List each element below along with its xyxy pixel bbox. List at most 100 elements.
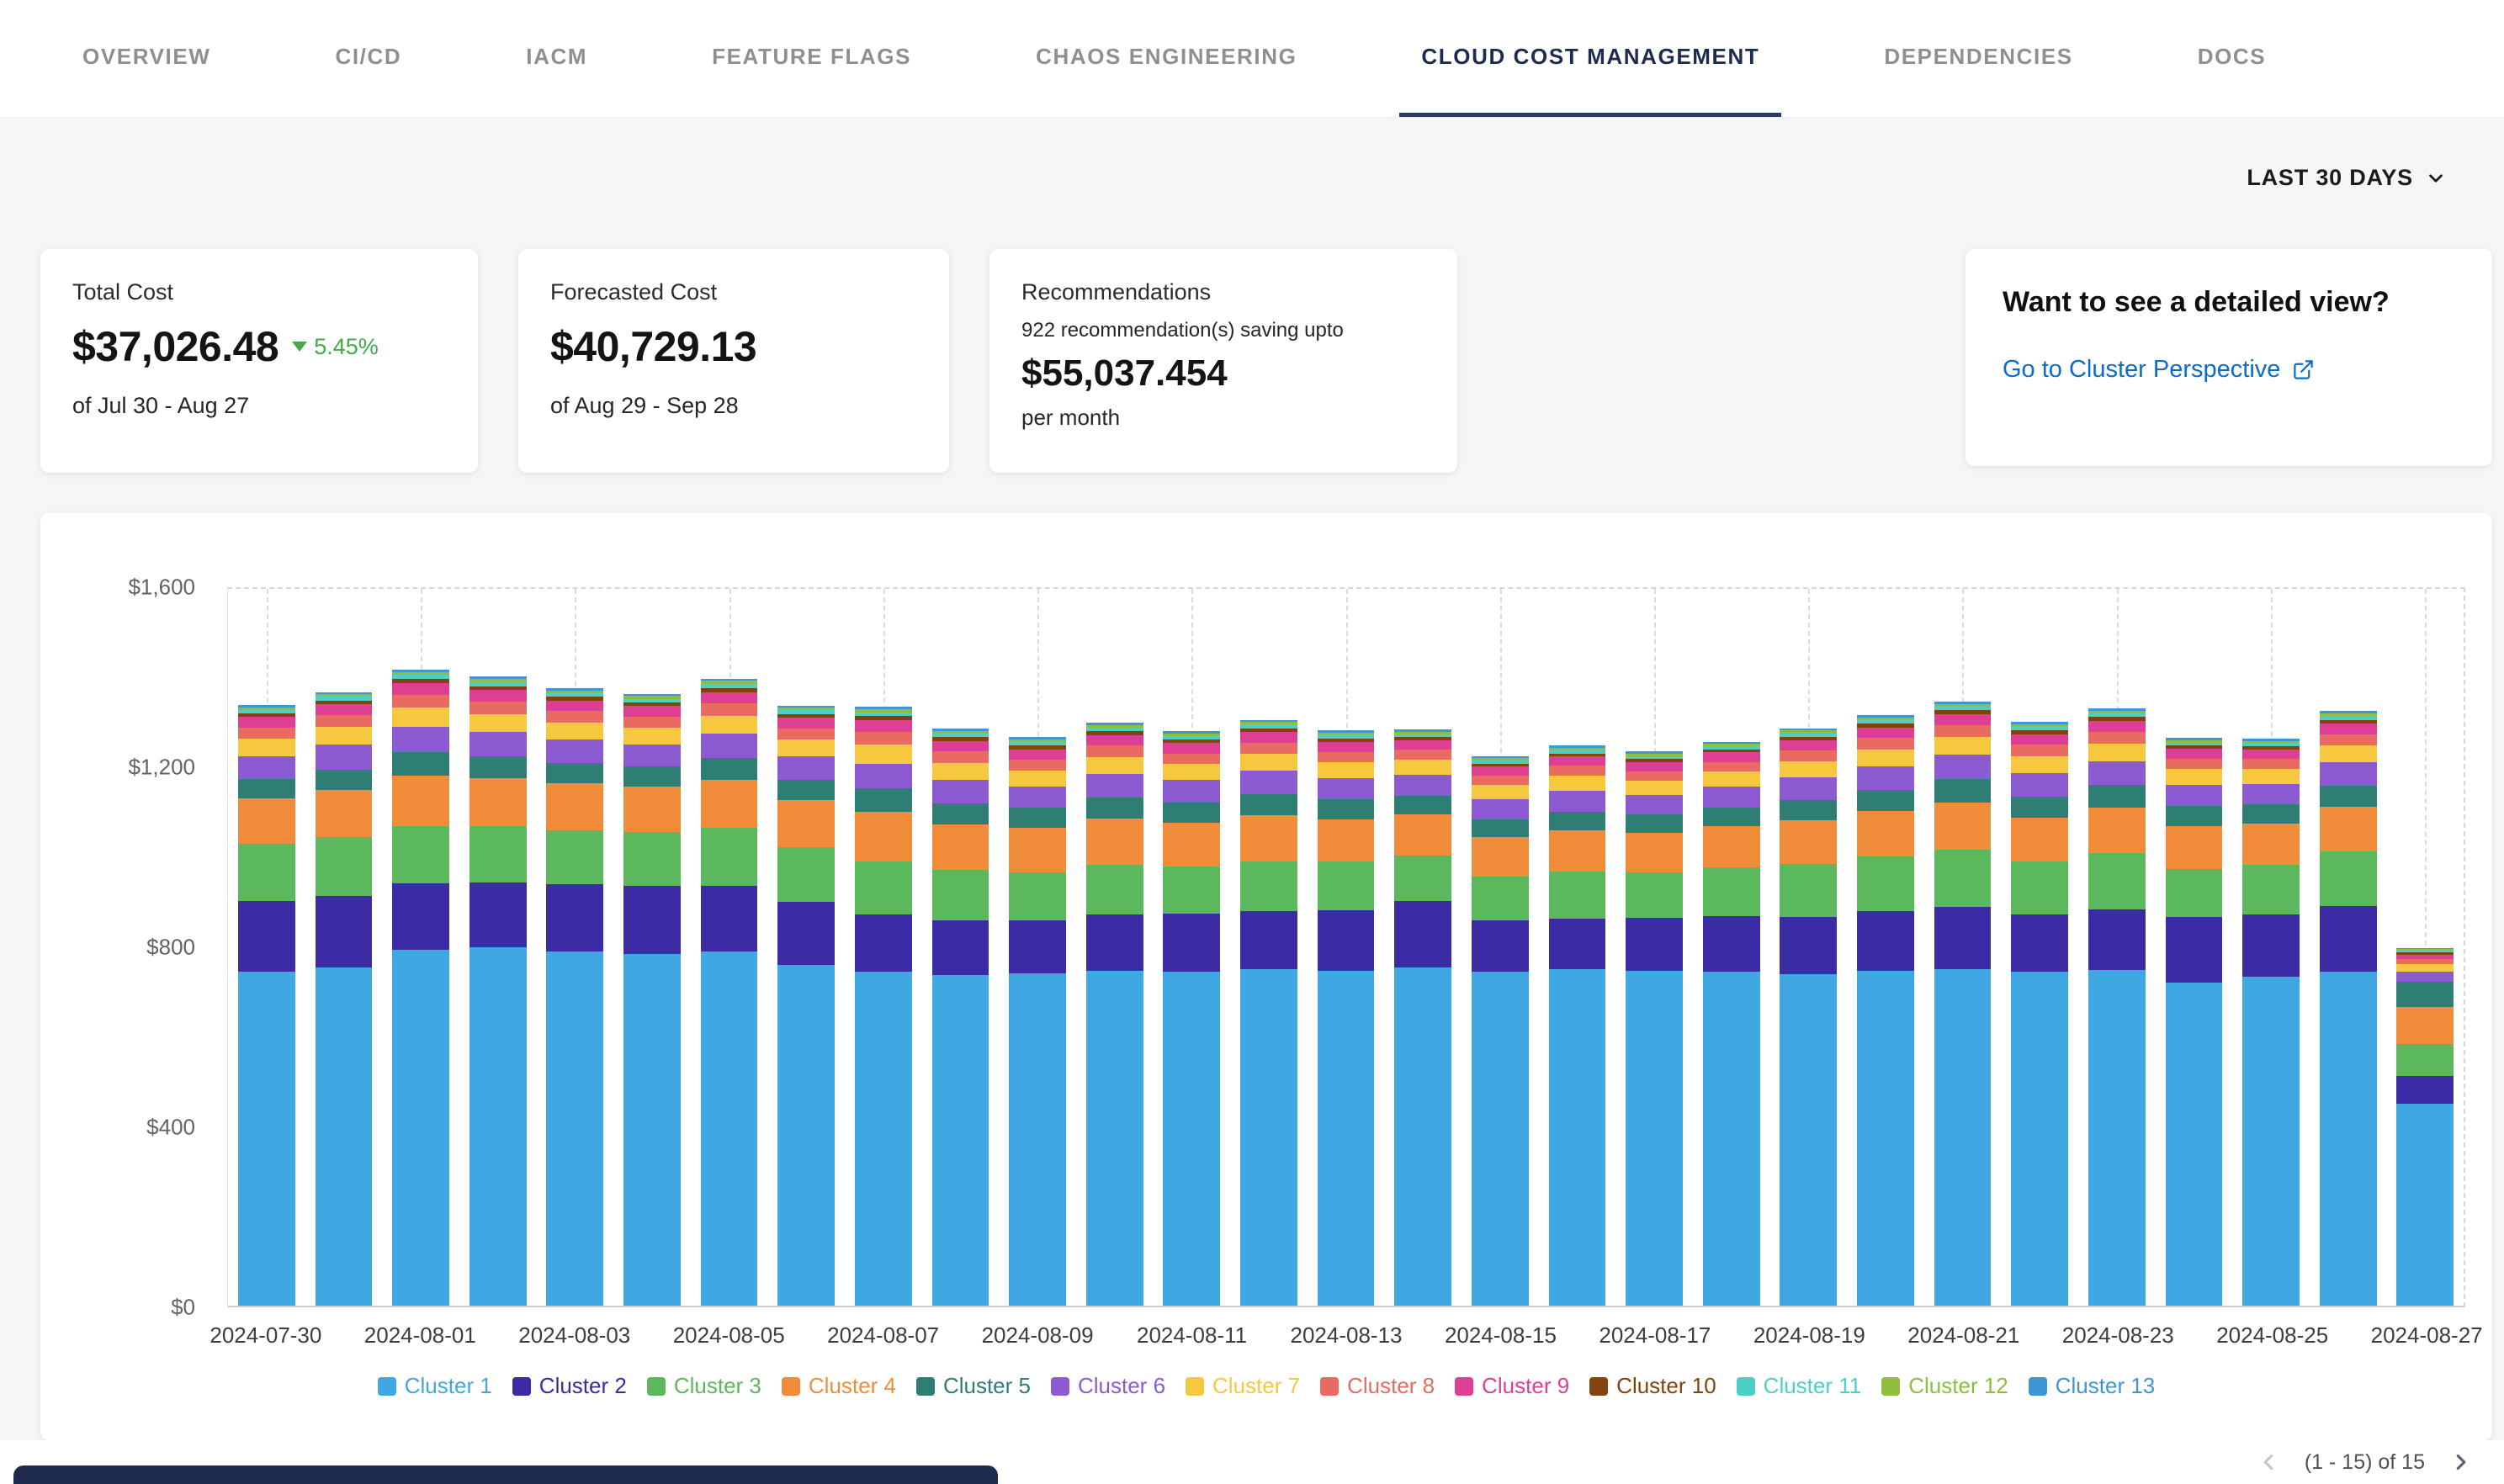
bar-segment-cluster-6[interactable] (1626, 795, 1683, 814)
legend-item-cluster-2[interactable]: Cluster 2 (512, 1373, 627, 1399)
legend-item-cluster-3[interactable]: Cluster 3 (647, 1373, 761, 1399)
bar-segment-cluster-5[interactable] (932, 803, 989, 825)
bar-segment-cluster-8[interactable] (1472, 776, 1529, 785)
bar-segment-cluster-5[interactable] (2396, 982, 2454, 1008)
bar-segment-cluster-5[interactable] (855, 788, 912, 812)
bar-segment-cluster-1[interactable] (1163, 972, 1220, 1306)
bar-segment-cluster-5[interactable] (1086, 798, 1143, 819)
bar-segment-cluster-9[interactable] (855, 720, 912, 732)
chart-bar-2024-08-14[interactable] (1384, 589, 1462, 1306)
bar-segment-cluster-3[interactable] (1780, 864, 1837, 917)
bar-segment-cluster-6[interactable] (2088, 761, 2146, 786)
bar-segment-cluster-6[interactable] (1549, 791, 1606, 811)
bar-segment-cluster-9[interactable] (2011, 734, 2068, 745)
chart-bar-2024-08-21[interactable] (1924, 589, 2002, 1306)
bar-segment-cluster-7[interactable] (701, 716, 758, 734)
bar-segment-cluster-3[interactable] (1857, 856, 1914, 911)
bar-segment-cluster-2[interactable] (1780, 917, 1837, 974)
bar-segment-cluster-4[interactable] (2011, 818, 2068, 861)
bar-segment-cluster-7[interactable] (1240, 754, 1297, 771)
bar-segment-cluster-3[interactable] (238, 844, 295, 901)
bar-segment-cluster-7[interactable] (623, 728, 681, 745)
bar-segment-cluster-5[interactable] (1703, 808, 1760, 826)
bar-segment-cluster-4[interactable] (1934, 803, 1992, 850)
legend-item-cluster-4[interactable]: Cluster 4 (782, 1373, 896, 1399)
bar-segment-cluster-4[interactable] (855, 812, 912, 862)
bar-segment-cluster-1[interactable] (238, 972, 295, 1306)
bar-segment-cluster-9[interactable] (238, 717, 295, 728)
bar-segment-cluster-2[interactable] (1934, 907, 1992, 968)
bar-segment-cluster-6[interactable] (2320, 762, 2377, 786)
bar-segment-cluster-9[interactable] (392, 683, 449, 695)
bar-segment-cluster-1[interactable] (1472, 972, 1529, 1306)
tab-overview[interactable]: OVERVIEW (61, 0, 232, 117)
bar-segment-cluster-3[interactable] (2320, 851, 2377, 906)
bar-segment-cluster-3[interactable] (1009, 872, 1066, 921)
bar-segment-cluster-2[interactable] (392, 883, 449, 950)
legend-item-cluster-12[interactable]: Cluster 12 (1881, 1373, 2008, 1399)
bar-segment-cluster-5[interactable] (777, 780, 835, 800)
bar-segment-cluster-5[interactable] (1626, 814, 1683, 832)
chart-bar-2024-08-19[interactable] (1770, 589, 1848, 1306)
legend-item-cluster-9[interactable]: Cluster 9 (1455, 1373, 1569, 1399)
bar-segment-cluster-2[interactable] (238, 901, 295, 972)
bar-segment-cluster-1[interactable] (1240, 969, 1297, 1306)
bar-segment-cluster-6[interactable] (2166, 785, 2223, 807)
bar-segment-cluster-5[interactable] (1472, 819, 1529, 837)
bar-segment-cluster-1[interactable] (470, 947, 527, 1306)
bar-segment-cluster-8[interactable] (932, 751, 989, 762)
bar-segment-cluster-1[interactable] (2396, 1104, 2454, 1306)
bar-segment-cluster-6[interactable] (392, 727, 449, 753)
bar-segment-cluster-7[interactable] (1934, 737, 1992, 755)
bar-segment-cluster-3[interactable] (316, 837, 373, 896)
bar-segment-cluster-4[interactable] (2396, 1007, 2454, 1044)
bar-segment-cluster-2[interactable] (1394, 901, 1451, 967)
bar-segment-cluster-8[interactable] (2166, 759, 2223, 769)
bar-segment-cluster-8[interactable] (238, 728, 295, 739)
bar-segment-cluster-9[interactable] (1549, 756, 1606, 766)
bar-segment-cluster-8[interactable] (1780, 750, 1837, 761)
bar-segment-cluster-4[interactable] (1086, 819, 1143, 864)
bar-segment-cluster-5[interactable] (1240, 794, 1297, 816)
bar-segment-cluster-4[interactable] (1394, 814, 1451, 856)
bar-segment-cluster-8[interactable] (701, 703, 758, 715)
bar-segment-cluster-2[interactable] (546, 884, 603, 951)
chart-bar-2024-08-03[interactable] (537, 589, 614, 1306)
bar-segment-cluster-4[interactable] (2242, 824, 2300, 865)
legend-item-cluster-6[interactable]: Cluster 6 (1051, 1373, 1165, 1399)
chart-bar-2024-08-15[interactable] (1462, 589, 1539, 1306)
bar-segment-cluster-8[interactable] (1549, 766, 1606, 776)
bar-segment-cluster-3[interactable] (392, 826, 449, 883)
bar-segment-cluster-6[interactable] (316, 745, 373, 769)
bar-segment-cluster-2[interactable] (1549, 919, 1606, 969)
bar-segment-cluster-2[interactable] (1240, 911, 1297, 968)
bar-segment-cluster-2[interactable] (1626, 918, 1683, 971)
bar-segment-cluster-8[interactable] (1703, 762, 1760, 772)
bar-segment-cluster-7[interactable] (777, 739, 835, 756)
bar-segment-cluster-9[interactable] (546, 701, 603, 712)
bar-segment-cluster-5[interactable] (2166, 806, 2223, 826)
chart-bar-2024-08-17[interactable] (1615, 589, 1693, 1306)
bar-segment-cluster-1[interactable] (623, 954, 681, 1306)
bar-segment-cluster-7[interactable] (316, 727, 373, 745)
bar-segment-cluster-8[interactable] (1240, 743, 1297, 754)
bar-segment-cluster-9[interactable] (1780, 740, 1837, 750)
bar-segment-cluster-4[interactable] (470, 778, 527, 827)
bar-segment-cluster-1[interactable] (2242, 977, 2300, 1306)
bar-segment-cluster-9[interactable] (1703, 752, 1760, 761)
bar-segment-cluster-3[interactable] (1703, 867, 1760, 916)
bar-segment-cluster-6[interactable] (1472, 799, 1529, 819)
bar-segment-cluster-6[interactable] (701, 734, 758, 758)
date-range-dropdown[interactable]: LAST 30 DAYS (2247, 165, 2447, 191)
bar-segment-cluster-5[interactable] (546, 763, 603, 783)
bar-segment-cluster-2[interactable] (1318, 910, 1375, 971)
bar-segment-cluster-5[interactable] (2320, 786, 2377, 808)
chart-bar-2024-08-11[interactable] (1154, 589, 1231, 1306)
bar-segment-cluster-5[interactable] (1780, 800, 1837, 820)
bar-segment-cluster-5[interactable] (2242, 804, 2300, 823)
bar-segment-cluster-4[interactable] (1857, 811, 1914, 856)
bar-segment-cluster-9[interactable] (1240, 732, 1297, 743)
chart-bar-2024-08-27[interactable] (2387, 589, 2464, 1306)
bar-segment-cluster-2[interactable] (2396, 1076, 2454, 1104)
cluster-perspective-link[interactable]: Go to Cluster Perspective (2003, 356, 2455, 384)
